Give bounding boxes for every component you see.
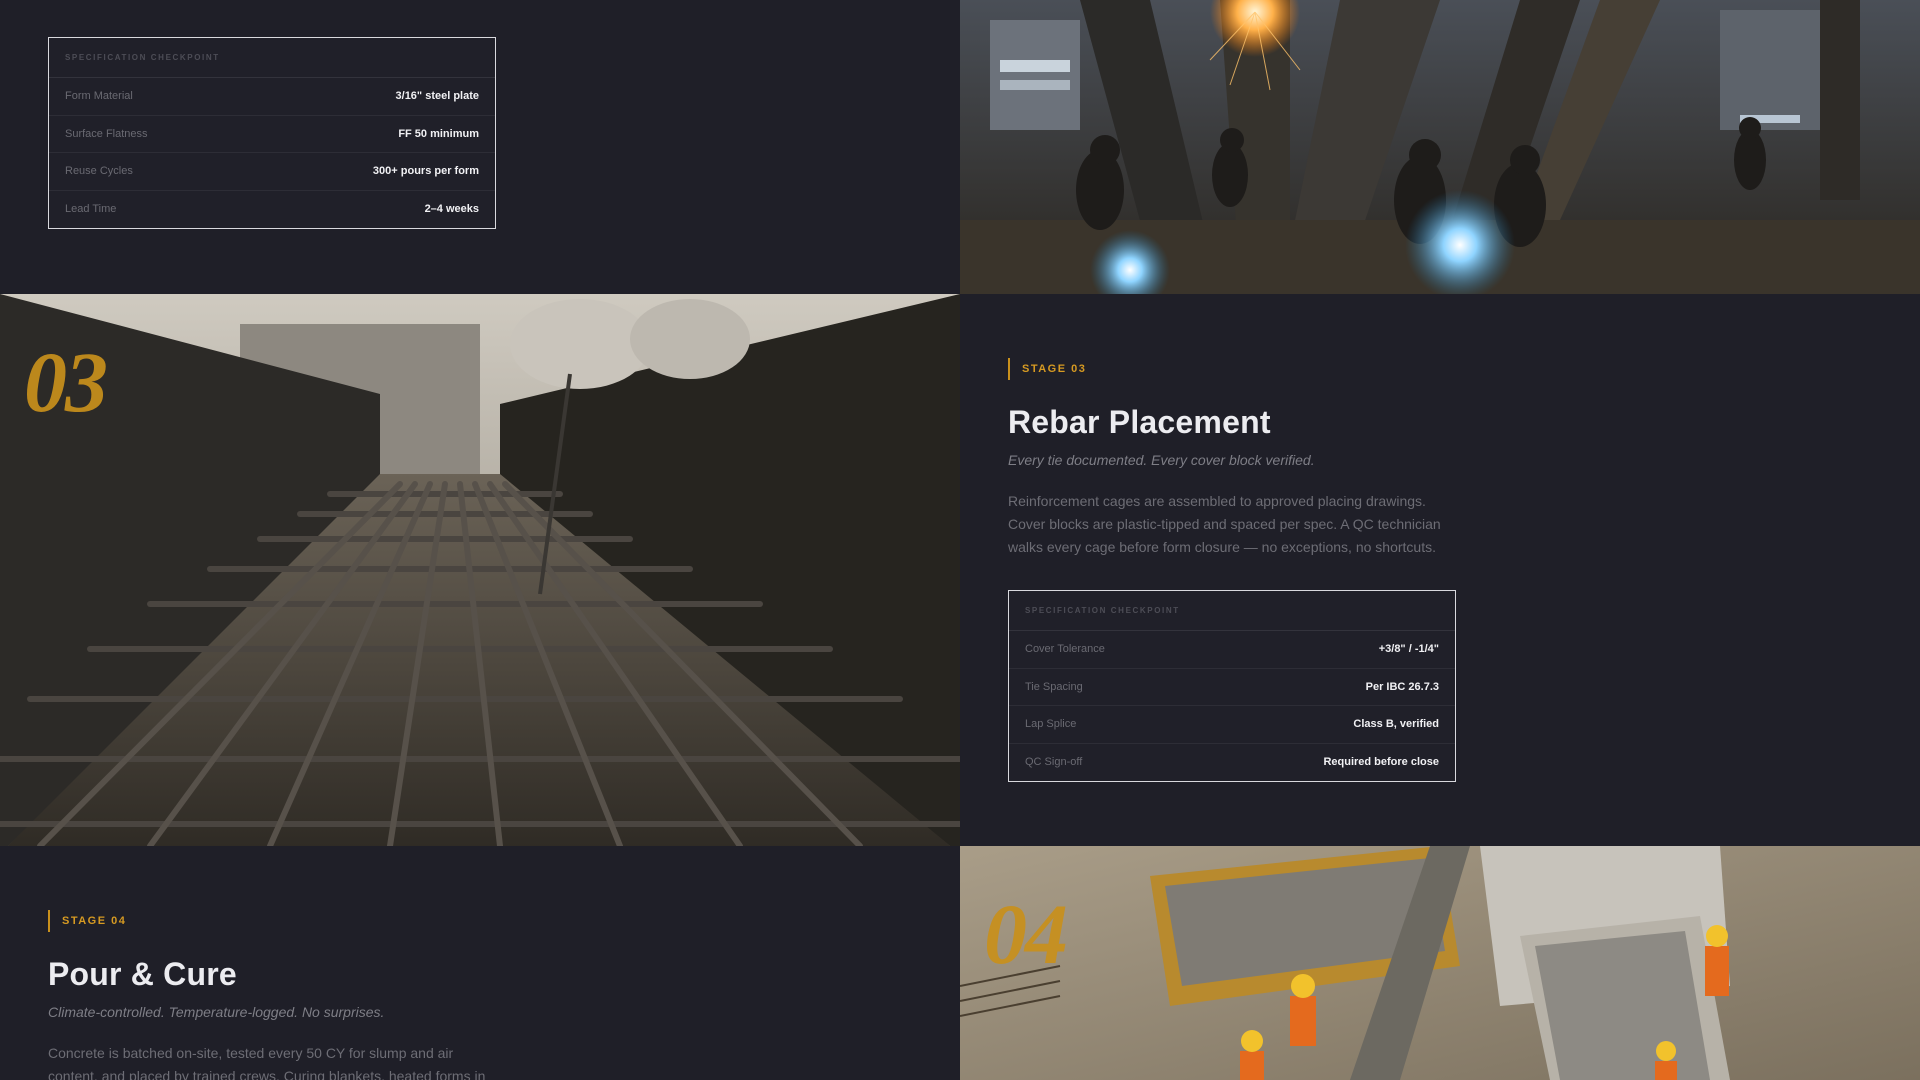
spec-value: +3/8" / -1/4" — [1378, 643, 1439, 656]
spec-key: Tie Spacing — [1025, 680, 1083, 693]
spec-row: Lap Splice Class B, verified — [1009, 706, 1455, 744]
rebar-grid-photo: 03 — [0, 294, 960, 846]
stage-label: STAGE 04 — [48, 910, 126, 932]
stage-tagline: Climate-controlled. Temperature-logged. … — [48, 1004, 385, 1020]
spec-row: Cover Tolerance +3/8" / -1/4" — [1009, 631, 1455, 669]
stage-02-text-panel: SPECIFICATION CHECKPOINT Form Material 3… — [0, 0, 960, 294]
spec-checkpoint-card: SPECIFICATION CHECKPOINT Form Material 3… — [48, 37, 496, 229]
stage-description: Concrete is batched on-site, tested ever… — [48, 1045, 486, 1080]
spec-row: Tie Spacing Per IBC 26.7.3 — [1009, 669, 1455, 706]
spec-checkpoint-card: SPECIFICATION CHECKPOINT Cover Tolerance… — [1008, 590, 1456, 782]
spec-value: 3/16" steel plate — [395, 90, 479, 103]
spec-value: Required before close — [1323, 756, 1439, 769]
stage-description: Reinforcement cages are assembled to app… — [1008, 493, 1441, 555]
spec-card-heading: SPECIFICATION CHECKPOINT — [1009, 591, 1455, 631]
stage-number: 04 — [984, 886, 1068, 982]
spec-card-heading: SPECIFICATION CHECKPOINT — [49, 38, 495, 78]
spec-row: Reuse Cycles 300+ pours per form — [49, 153, 495, 191]
spec-row: Surface Flatness FF 50 minimum — [49, 116, 495, 153]
spec-key: Surface Flatness — [65, 127, 148, 140]
spec-key: Lap Splice — [1025, 718, 1077, 731]
spec-value: Class B, verified — [1353, 718, 1439, 731]
spec-key: Cover Tolerance — [1025, 643, 1105, 656]
stage-tagline: Every tie documented. Every cover block … — [1008, 452, 1315, 468]
spec-value: Per IBC 26.7.3 — [1365, 680, 1439, 693]
stage-03-text-panel: STAGE 03 Rebar Placement Every tie docum… — [960, 294, 1920, 846]
rebar-grid-illustration — [0, 294, 960, 846]
stage-title: Pour & Cure — [48, 956, 237, 992]
stage-04-text-panel: STAGE 04 Pour & Cure Climate-controlled.… — [0, 846, 960, 1080]
process-stages-page: SPECIFICATION CHECKPOINT Form Material 3… — [0, 0, 1920, 1080]
stage-number: 03 — [24, 334, 108, 430]
spec-row: Form Material 3/16" steel plate — [49, 78, 495, 116]
stage-title: Rebar Placement — [1008, 404, 1271, 440]
spec-value: 2–4 weeks — [424, 203, 479, 216]
spec-key: Reuse Cycles — [65, 165, 133, 178]
spec-key: QC Sign-off — [1025, 756, 1083, 769]
spec-row: QC Sign-off Required before close — [1009, 744, 1455, 782]
welding-workshop-photo — [960, 0, 1920, 294]
spec-row: Lead Time 2–4 weeks — [49, 191, 495, 229]
spec-key: Lead Time — [65, 203, 117, 216]
spec-value: 300+ pours per form — [372, 165, 479, 178]
stage-label: STAGE 03 — [1008, 358, 1086, 380]
spec-key: Form Material — [65, 90, 133, 103]
concrete-pour-photo: 04 — [960, 846, 1920, 1080]
welding-workshop-illustration — [960, 0, 1920, 294]
concrete-pour-illustration — [960, 846, 1920, 1080]
spec-value: FF 50 minimum — [398, 127, 479, 140]
